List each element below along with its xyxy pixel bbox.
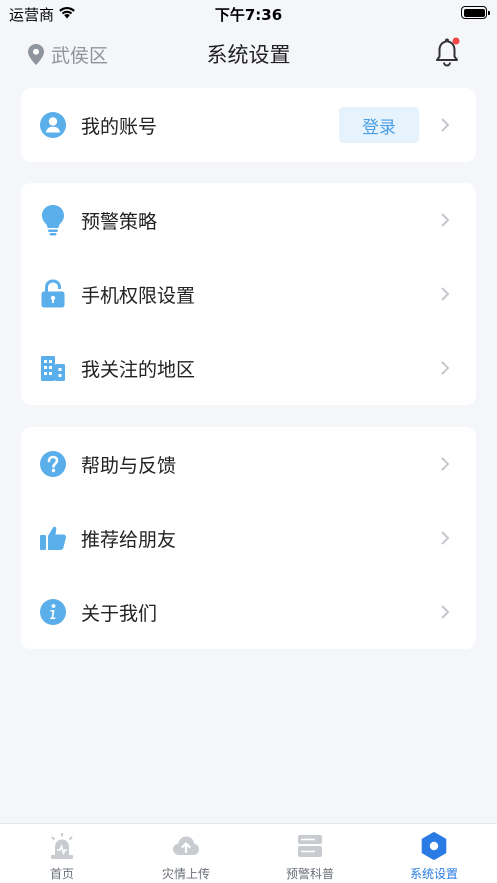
status-bar: 运营商 下午7:36 <box>0 0 497 26</box>
settings-hexagon-icon <box>421 832 447 860</box>
lock-icon <box>39 279 67 308</box>
tab-system-settings-label: 系统设置 <box>409 867 458 881</box>
question-icon <box>39 450 67 478</box>
page-title: 系统设置 <box>206 43 291 67</box>
tab-home[interactable]: 首页 <box>0 824 124 883</box>
tab-warning-education-label: 预警科普 <box>285 867 334 881</box>
chevron-right-icon <box>441 361 450 375</box>
user-icon <box>39 111 67 139</box>
tab-warning-education[interactable]: 预警科普 <box>248 824 372 883</box>
phone-permission-row[interactable]: 手机权限设置 <box>21 257 476 331</box>
warning-strategy-label: 预警策略 <box>81 210 158 233</box>
lightbulb-icon <box>39 205 67 236</box>
thumbs-up-icon <box>39 524 67 552</box>
phone-permission-label: 手机权限设置 <box>81 284 196 307</box>
my-account-label: 我的账号 <box>81 115 158 138</box>
login-button[interactable]: 登录 <box>339 107 419 143</box>
about-us-row[interactable]: 关于我们 <box>21 575 476 649</box>
notification-dot <box>452 37 460 45</box>
tab-disaster-upload-label: 灾情上传 <box>161 867 210 881</box>
tab-system-settings[interactable]: 系统设置 <box>372 824 496 883</box>
info-icon <box>39 598 67 626</box>
alarm-icon <box>51 833 73 859</box>
help-group-card: 帮助与反馈 推荐给朋友 关于我们 <box>21 427 476 649</box>
warning-strategy-row[interactable]: 预警策略 <box>21 183 476 257</box>
notification-bell-icon[interactable] <box>435 37 461 67</box>
account-card: 我的账号 登录 <box>21 88 476 162</box>
chevron-right-icon <box>441 118 450 132</box>
chevron-right-icon <box>441 457 450 471</box>
help-feedback-label: 帮助与反馈 <box>81 454 177 477</box>
about-us-label: 关于我们 <box>81 602 158 625</box>
tab-disaster-upload[interactable]: 灾情上传 <box>124 824 248 883</box>
chevron-right-icon <box>441 213 450 227</box>
followed-regions-label: 我关注的地区 <box>81 358 196 381</box>
header: 武侯区 系统设置 <box>0 26 497 82</box>
tab-bar: 首页 灾情上传 预警科普 系统设置 <box>0 823 497 883</box>
recommend-friends-label: 推荐给朋友 <box>81 528 177 551</box>
settings-group-card: 预警策略 手机权限设置 我关注的地区 <box>21 183 476 405</box>
help-feedback-row[interactable]: 帮助与反馈 <box>21 427 476 501</box>
status-time: 下午7:36 <box>214 6 283 24</box>
recommend-friends-row[interactable]: 推荐给朋友 <box>21 501 476 575</box>
chevron-right-icon <box>441 531 450 545</box>
building-icon <box>39 354 67 382</box>
book-icon <box>298 835 322 857</box>
cloud-upload-icon <box>173 836 199 855</box>
followed-regions-row[interactable]: 我关注的地区 <box>21 331 476 405</box>
chevron-right-icon <box>441 605 450 619</box>
tab-home-label: 首页 <box>49 867 74 881</box>
chevron-right-icon <box>441 287 450 301</box>
my-account-row[interactable]: 我的账号 登录 <box>21 88 476 162</box>
battery-icon <box>461 6 490 19</box>
